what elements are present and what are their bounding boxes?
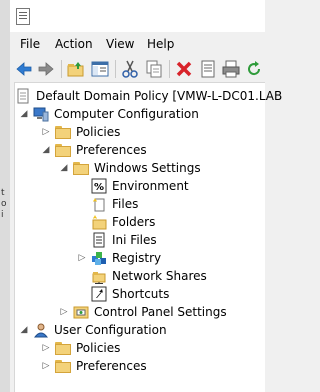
forward-arrow-icon[interactable] (36, 59, 56, 79)
collapse-arrow-icon[interactable]: ◢ (19, 109, 29, 119)
title-bar[interactable] (10, 0, 265, 32)
menu-help[interactable]: Help (147, 37, 174, 51)
folders-icon (91, 214, 107, 230)
ini-file-icon (91, 232, 107, 248)
folder-icon (73, 160, 89, 176)
folder-icon (55, 358, 71, 374)
tree-item-policies[interactable]: ▷ Policies (41, 123, 120, 141)
tree-item-label: Policies (76, 341, 121, 355)
svg-text:%: % (94, 182, 104, 193)
expand-arrow-icon[interactable]: ▷ (59, 307, 69, 317)
expand-arrow-icon[interactable]: ▷ (41, 127, 51, 137)
folder-icon (55, 340, 71, 356)
tree-item-preferences[interactable]: ◢ Preferences (41, 141, 147, 159)
tree-item-label: Shortcuts (112, 287, 170, 301)
tree-item-label: Ini Files (112, 233, 157, 247)
environment-icon: % (91, 178, 107, 194)
tree-item-ini-files[interactable]: Ini Files (91, 231, 157, 249)
expand-arrow-icon[interactable]: ▷ (41, 361, 51, 371)
tree-item-label: User Configuration (54, 323, 167, 337)
cut-icon[interactable] (120, 59, 140, 79)
toolbar (10, 56, 265, 82)
tree-item-user-policies[interactable]: ▷ Policies (41, 339, 120, 357)
files-icon (91, 196, 107, 212)
tree-item-label: Folders (112, 215, 156, 229)
tree-item-control-panel-settings[interactable]: ▷ Control Panel Settings (59, 303, 227, 321)
tree-item-user-configuration[interactable]: ◢ User Configuration (19, 321, 167, 339)
tree-item-label: Computer Configuration (54, 107, 199, 121)
tree-item-label: Network Shares (112, 269, 207, 283)
menu-bar: File Action View Help (10, 32, 265, 56)
expand-arrow-icon[interactable]: ▷ (41, 343, 51, 353)
tree-item-root[interactable]: Default Domain Policy [VMW-L-DC01.LAB (15, 87, 282, 105)
back-arrow-icon[interactable] (14, 59, 34, 79)
background-text-fragment: o (1, 199, 7, 209)
tree-item-label: Registry (112, 251, 162, 265)
tree-item-label: Preferences (76, 359, 147, 373)
properties-icon[interactable] (198, 59, 218, 79)
tree-item-label: Files (112, 197, 139, 211)
menu-action[interactable]: Action (55, 37, 93, 51)
network-shares-icon (91, 268, 107, 284)
tree-item-network-shares[interactable]: Network Shares (91, 267, 207, 285)
tree-item-label: Default Domain Policy [VMW-L-DC01.LAB (36, 89, 283, 103)
tree-item-registry[interactable]: ▷ Registry (77, 249, 161, 267)
control-panel-icon (73, 304, 89, 320)
background-text-fragment: t (1, 188, 5, 198)
tree-item-label: Preferences (76, 143, 147, 157)
user-icon (33, 322, 49, 338)
collapse-arrow-icon[interactable]: ◢ (41, 145, 51, 155)
tree-item-label: Windows Settings (94, 161, 201, 175)
registry-icon (91, 250, 107, 266)
copy-icon[interactable] (144, 59, 164, 79)
delete-icon[interactable] (174, 59, 194, 79)
toolbar-separator (115, 60, 116, 78)
computer-icon (33, 106, 49, 122)
tree-item-user-preferences[interactable]: ▷ Preferences (41, 357, 147, 375)
console-tree: Default Domain Policy [VMW-L-DC01.LAB ◢ … (14, 82, 282, 392)
policy-document-icon (15, 88, 31, 104)
tree-item-environment[interactable]: % Environment (91, 177, 189, 195)
tree-item-folders[interactable]: Folders (91, 213, 155, 231)
collapse-arrow-icon[interactable]: ◢ (59, 163, 69, 173)
toolbar-separator (169, 60, 170, 78)
up-folder-icon[interactable] (66, 59, 86, 79)
background-text-fragment: i (1, 210, 4, 220)
tree-item-label: Policies (76, 125, 121, 139)
tree-item-computer-configuration[interactable]: ◢ Computer Configuration (19, 105, 199, 123)
tree-item-files[interactable]: Files (91, 195, 138, 213)
folder-icon (55, 142, 71, 158)
menu-view[interactable]: View (106, 37, 134, 51)
app-icon (16, 8, 30, 25)
collapse-arrow-icon[interactable]: ◢ (19, 325, 29, 335)
tree-item-label: Control Panel Settings (94, 305, 227, 319)
menu-file[interactable]: File (20, 37, 40, 51)
print-icon[interactable] (221, 59, 241, 79)
tree-item-shortcuts[interactable]: Shortcuts (91, 285, 169, 303)
refresh-icon[interactable] (244, 59, 264, 79)
tree-item-label: Environment (112, 179, 189, 193)
expand-arrow-icon[interactable]: ▷ (77, 253, 87, 263)
folder-icon (55, 124, 71, 140)
tree-item-windows-settings[interactable]: ◢ Windows Settings (59, 159, 201, 177)
group-policy-editor-window: File Action View Help Default Domain Pol… (10, 0, 282, 392)
toolbar-separator (61, 60, 62, 78)
show-hide-tree-icon[interactable] (90, 59, 110, 79)
shortcut-icon (91, 286, 107, 302)
